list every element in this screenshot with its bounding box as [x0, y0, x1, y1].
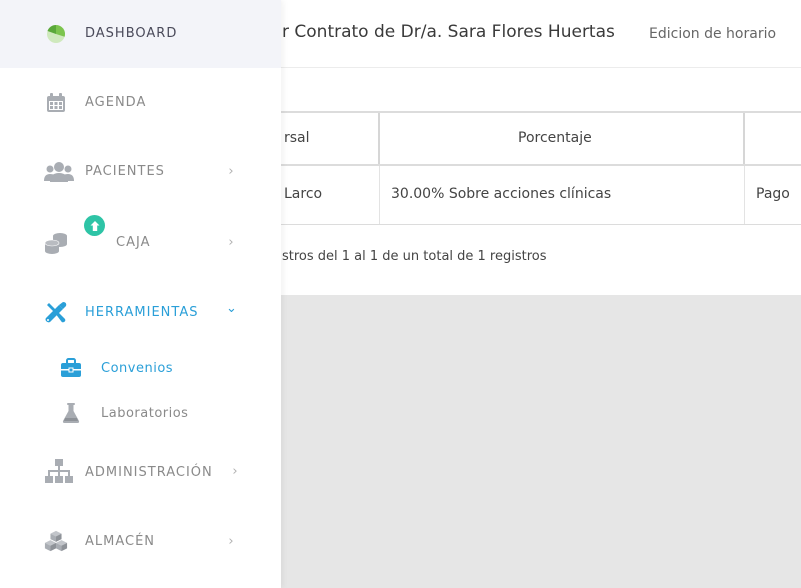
row-divider	[744, 166, 745, 224]
boxes-icon	[44, 529, 68, 553]
pie-chart-icon	[44, 22, 68, 46]
table-cell-porcentaje: 30.00% Sobre acciones clínicas	[391, 186, 612, 202]
calendar-icon	[44, 91, 68, 115]
chevron-right-icon: ›	[228, 534, 234, 549]
sidebar-item-label: ALMACÉN	[85, 534, 156, 549]
sidebar-item-label: CAJA	[116, 235, 151, 250]
column-divider	[378, 113, 380, 164]
sidebar: DASHBOARD AGENDA PACIENTES › CAJA › HERR…	[0, 0, 281, 588]
table-cell-sucursal: Larco	[284, 186, 323, 202]
sidebar-item-label: PACIENTES	[85, 164, 165, 179]
chevron-right-icon: ›	[228, 235, 234, 250]
tools-icon	[44, 300, 68, 324]
sidebar-item-dashboard[interactable]: DASHBOARD	[0, 0, 281, 68]
coins-icon	[44, 231, 68, 255]
table-cell-pago: Pago	[756, 186, 790, 202]
sidebar-item-label: DASHBOARD	[85, 26, 178, 41]
sitemap-icon	[44, 459, 74, 483]
briefcase-icon	[60, 357, 82, 379]
sidebar-item-label: HERRAMIENTAS	[85, 305, 199, 320]
sidebar-subitem-label: Laboratorios	[101, 406, 189, 421]
sidebar-item-caja[interactable]: CAJA ›	[0, 207, 281, 275]
page-title: r Contrato de Dr/a. Sara Flores Huertas	[282, 22, 615, 42]
chevron-down-icon: ⌄	[226, 301, 237, 316]
row-divider	[379, 166, 380, 224]
sidebar-item-pacientes[interactable]: PACIENTES ›	[0, 138, 281, 206]
sidebar-item-herramientas[interactable]: HERRAMIENTAS ⌄	[0, 278, 281, 346]
users-icon	[44, 160, 74, 184]
sidebar-subitem-laboratorios[interactable]: Laboratorios	[0, 393, 281, 433]
chevron-right-icon: ›	[228, 164, 234, 179]
column-divider	[743, 113, 745, 164]
upload-icon[interactable]	[84, 215, 105, 236]
column-header-sucursal[interactable]: rsal	[284, 130, 310, 146]
sidebar-subitem-label: Convenios	[101, 361, 174, 376]
sidebar-item-label: AGENDA	[85, 95, 147, 110]
chevron-right-icon: ›	[232, 464, 238, 479]
sidebar-item-administracion[interactable]: ADMINISTRACIÓN ›	[0, 438, 281, 506]
sidebar-item-almacen[interactable]: ALMACÉN ›	[0, 507, 281, 575]
sidebar-item-agenda[interactable]: AGENDA	[0, 68, 281, 136]
flask-icon	[60, 402, 82, 424]
sidebar-item-label: ADMINISTRACIÓN	[85, 465, 213, 480]
column-header-porcentaje[interactable]: Porcentaje	[518, 130, 592, 146]
page-subtitle[interactable]: Edicion de horario	[649, 26, 776, 42]
sidebar-subitem-convenios[interactable]: Convenios	[0, 348, 281, 388]
table-info: stros del 1 al 1 de un total de 1 regist…	[282, 249, 547, 264]
